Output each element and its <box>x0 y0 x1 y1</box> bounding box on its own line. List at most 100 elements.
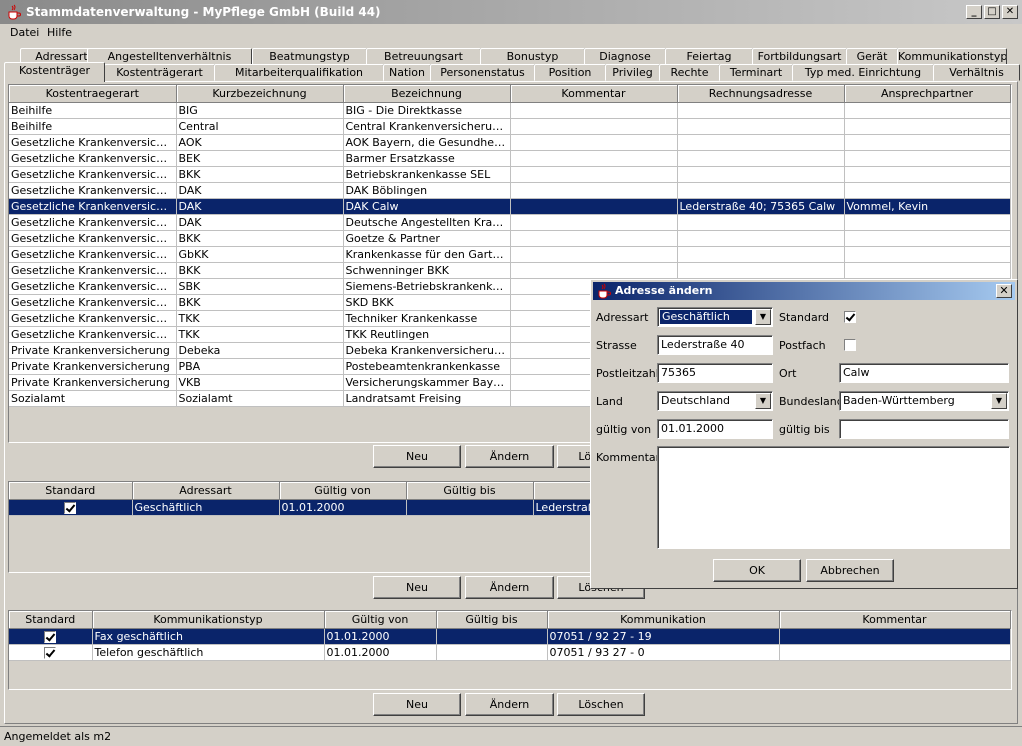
tab-privileg[interactable]: Privileg <box>605 64 660 81</box>
table-cell <box>677 118 845 135</box>
table-row[interactable]: Beihilfe Central Central Krankenversicheru… <box>9 118 1011 135</box>
column-header[interactable]: Ansprechpartner <box>844 85 1011 103</box>
table-cell <box>510 134 678 151</box>
table-row[interactable]: Gesetzliche KrankenversicherungBKKSchwen… <box>9 262 1011 279</box>
tab-personenstatus[interactable]: Personenstatus <box>430 64 535 81</box>
menu-hilfe[interactable]: Hilfe <box>47 26 72 39</box>
tab-bonustyp[interactable]: Bonustyp <box>480 48 585 65</box>
tab-kostenträger[interactable]: Kostenträger <box>4 62 105 82</box>
table-cell <box>436 628 548 645</box>
strasse-field[interactable]: Lederstraße 40 <box>657 335 773 355</box>
standard-checkbox[interactable] <box>844 311 856 323</box>
column-header[interactable]: Bezeichnung <box>343 85 511 103</box>
standard-checkbox[interactable] <box>64 501 77 514</box>
column-header[interactable]: Kommunikation <box>547 611 780 629</box>
tab-fortbildungsart[interactable]: Fortbildungsart <box>752 48 847 65</box>
table-cell: Barmer Ersatzkasse <box>343 150 511 167</box>
aendern-button[interactable]: Ändern <box>465 445 554 468</box>
table-cell <box>510 150 678 167</box>
plz-label: Postleitzahl <box>596 367 659 380</box>
land-select[interactable]: Deutschland ▼ <box>657 391 773 411</box>
column-header[interactable]: Standard <box>9 611 93 629</box>
dialog-close-icon[interactable]: ✕ <box>996 284 1012 298</box>
table-row[interactable]: Gesetzliche KrankenversicherungGbKKKrank… <box>9 246 1011 263</box>
table-cell: Gesetzliche Krankenversicherung <box>9 230 177 247</box>
ok-button[interactable]: OK <box>713 559 801 582</box>
tab-feiertag[interactable]: Feiertag <box>665 48 753 65</box>
table-row[interactable]: Gesetzliche KrankenversicherungBKKGoetze… <box>9 230 1011 247</box>
column-header[interactable]: Kommunikationstyp <box>92 611 325 629</box>
table-row[interactable]: Gesetzliche KrankenversicherungDAKDAK Bö… <box>9 182 1011 199</box>
column-header[interactable]: Kommentar <box>779 611 1011 629</box>
tab-terminart[interactable]: Terminart <box>719 64 793 81</box>
menu-datei[interactable]: Datei <box>10 26 39 39</box>
tab-angestelltenverhältnis[interactable]: Angestelltenverhältnis <box>87 48 252 65</box>
adressart-select[interactable]: Geschäftlich ▼ <box>657 307 773 327</box>
address-aendern-button[interactable]: Ändern <box>465 576 554 599</box>
tab-gerät[interactable]: Gerät <box>846 48 898 65</box>
abbrechen-button[interactable]: Abbrechen <box>806 559 894 582</box>
close-button[interactable]: ✕ <box>1002 5 1018 19</box>
column-header[interactable]: Gültig von <box>324 611 437 629</box>
column-header[interactable]: Kurzbezeichnung <box>176 85 344 103</box>
gueltig-bis-field[interactable] <box>839 419 1009 439</box>
column-header[interactable]: Gültig bis <box>406 482 534 500</box>
column-header[interactable]: Gültig von <box>279 482 407 500</box>
table-cell: BKK <box>176 294 344 311</box>
table-row[interactable]: Gesetzliche KrankenversicherungBKKBetrie… <box>9 166 1011 183</box>
column-header[interactable]: Standard <box>9 482 133 500</box>
table-cell: AOK <box>176 134 344 151</box>
table-cell <box>844 214 1011 231</box>
postfach-checkbox[interactable] <box>844 339 856 351</box>
comm-loeschen-button[interactable]: Löschen <box>557 693 645 716</box>
plz-field[interactable]: 75365 <box>657 363 773 383</box>
table-row[interactable]: Gesetzliche KrankenversicherungAOKAOK Ba… <box>9 134 1011 151</box>
tab-betreuungsart[interactable]: Betreuungsart <box>366 48 481 65</box>
table-cell: Lederstraße 40; 75365 Calw <box>677 198 845 215</box>
gueltig-von-field[interactable]: 01.01.2000 <box>657 419 773 439</box>
column-header[interactable]: Rechnungsadresse <box>677 85 845 103</box>
column-header[interactable]: Gültig bis <box>436 611 548 629</box>
column-header[interactable]: Kostentraegerart <box>9 85 177 103</box>
tab-nation[interactable]: Nation <box>383 64 431 81</box>
comm-aendern-button[interactable]: Ändern <box>465 693 554 716</box>
chevron-down-icon[interactable]: ▼ <box>991 393 1007 409</box>
tab-mitarbeiterqualifikation[interactable]: Mitarbeiterqualifikation <box>214 64 384 81</box>
table-cell: Private Krankenversicherung <box>9 358 177 375</box>
kommentar-textarea[interactable] <box>657 446 1010 549</box>
address-neu-button[interactable]: Neu <box>373 576 461 599</box>
table-row[interactable]: Gesetzliche KrankenversicherungDAKDeutsc… <box>9 214 1011 231</box>
table-row[interactable]: Telefon geschäftlich 01.01.2000 07051 / 93… <box>9 644 1011 661</box>
table-row[interactable]: Gesetzliche KrankenversicherungBEKBarmer… <box>9 150 1011 167</box>
tab-position[interactable]: Position <box>534 64 606 81</box>
bundesland-select[interactable]: Baden-Württemberg ▼ <box>839 391 1009 411</box>
postfach-label: Postfach <box>779 339 826 352</box>
table-row[interactable]: Beihilfe BIG BIG - Die Direktkasse <box>9 102 1011 119</box>
chevron-down-icon[interactable]: ▼ <box>755 309 771 325</box>
tab-beatmungstyp[interactable]: Beatmungstyp <box>252 48 367 65</box>
table-cell <box>406 499 534 516</box>
tab-diagnose[interactable]: Diagnose <box>584 48 666 65</box>
tab-typ-med-einrichtung[interactable]: Typ med. Einrichtung <box>792 64 934 81</box>
comm-neu-button[interactable]: Neu <box>373 693 461 716</box>
tab-kostenträgerart[interactable]: Kostenträgerart <box>104 64 215 81</box>
chevron-down-icon[interactable]: ▼ <box>755 393 771 409</box>
dialog-title: Adresse ändern <box>615 284 713 297</box>
tab-rechte[interactable]: Rechte <box>659 64 720 81</box>
neu-button[interactable]: Neu <box>373 445 461 468</box>
table-cell: Krankenkasse für den Gartenbau <box>343 246 511 263</box>
ort-label: Ort <box>779 367 797 380</box>
ort-field[interactable]: Calw <box>839 363 1009 383</box>
table-row[interactable]: Gesetzliche KrankenversicherungDAKDAK Ca… <box>9 198 1011 215</box>
table-row[interactable]: Fax geschäftlich 01.01.2000 07051 / 92 27 … <box>9 628 1011 645</box>
tab-kommunikationstyp[interactable]: Kommunikationstyp <box>897 48 1007 65</box>
standard-checkbox[interactable] <box>44 646 57 659</box>
standard-checkbox[interactable] <box>44 630 57 643</box>
table-cell: Goetze & Partner <box>343 230 511 247</box>
tab-verhältnis[interactable]: Verhältnis <box>933 64 1020 81</box>
column-header[interactable]: Adressart <box>132 482 280 500</box>
minimize-button[interactable]: _ <box>966 5 982 19</box>
column-header[interactable]: Kommentar <box>510 85 678 103</box>
maximize-button[interactable]: □ <box>984 5 1000 19</box>
table-cell: Siemens-Betriebskrankenkasse <box>343 278 511 295</box>
